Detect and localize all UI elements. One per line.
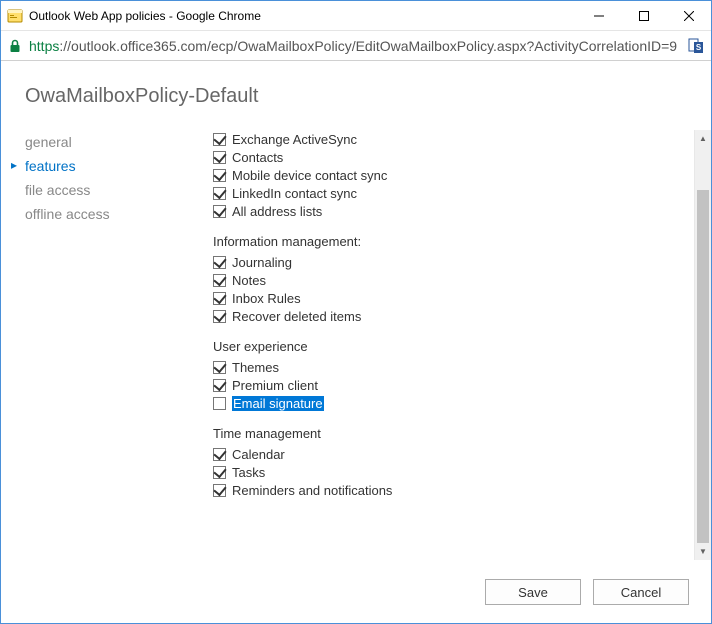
scroll-down-arrow-icon[interactable]: ▼ (695, 543, 711, 560)
checkbox-themes[interactable] (213, 361, 226, 374)
checkbox-label: Exchange ActiveSync (232, 132, 357, 147)
lock-icon (7, 38, 23, 54)
address-bar[interactable]: https://outlook.office365.com/ecp/OwaMai… (1, 31, 711, 61)
svg-text:S: S (696, 43, 702, 52)
checkbox-row: Mobile device contact sync (213, 166, 688, 184)
section-heading-user-exp: User experience (213, 339, 688, 354)
checkbox-label: Journaling (232, 255, 292, 270)
checkbox-calendar[interactable] (213, 448, 226, 461)
save-button[interactable]: Save (485, 579, 581, 605)
checkbox-recover-deleted[interactable] (213, 310, 226, 323)
checkbox-label: Tasks (232, 465, 265, 480)
checkbox-all-address-lists[interactable] (213, 205, 226, 218)
window-titlebar: Outlook Web App policies - Google Chrome (1, 1, 711, 31)
checkbox-row: Inbox Rules (213, 289, 688, 307)
checkbox-row: Reminders and notifications (213, 481, 688, 499)
window-title: Outlook Web App policies - Google Chrome (29, 9, 576, 23)
sidebar-item-general[interactable]: general (25, 132, 195, 156)
checkbox-label: Calendar (232, 447, 285, 462)
checkbox-row: Tasks (213, 463, 688, 481)
checkbox-premium-client[interactable] (213, 379, 226, 392)
sidebar-item-features[interactable]: features (25, 156, 195, 180)
checkbox-journaling[interactable] (213, 256, 226, 269)
checkbox-label: LinkedIn contact sync (232, 186, 357, 201)
checkbox-label: Contacts (232, 150, 283, 165)
page-content: OwaMailboxPolicy-Default general feature… (1, 61, 711, 623)
checkbox-label: Email signature (232, 396, 324, 411)
checkbox-inbox-rules[interactable] (213, 292, 226, 305)
cancel-button[interactable]: Cancel (593, 579, 689, 605)
scrollbar-thumb[interactable] (697, 190, 709, 543)
checkbox-row: Premium client (213, 376, 688, 394)
checkbox-row: Themes (213, 358, 688, 376)
features-panel: Exchange ActiveSync Contacts Mobile devi… (195, 130, 694, 560)
checkbox-label: Mobile device contact sync (232, 168, 387, 183)
checkbox-row: Exchange ActiveSync (213, 130, 688, 148)
checkbox-label: Premium client (232, 378, 318, 393)
page-action-icon[interactable]: S (687, 37, 705, 55)
checkbox-label: Inbox Rules (232, 291, 301, 306)
checkbox-row: Journaling (213, 253, 688, 271)
checkbox-row: Notes (213, 271, 688, 289)
checkbox-reminders[interactable] (213, 484, 226, 497)
checkbox-row: Email signature (213, 394, 688, 412)
checkbox-label: Notes (232, 273, 266, 288)
checkbox-label: Themes (232, 360, 279, 375)
checkbox-notes[interactable] (213, 274, 226, 287)
window-controls (576, 1, 711, 30)
checkbox-row: Recover deleted items (213, 307, 688, 325)
url-rest: ://outlook.office365.com/ecp/OwaMailboxP… (59, 38, 677, 54)
checkbox-linkedin-sync[interactable] (213, 187, 226, 200)
checkbox-exchange-activesync[interactable] (213, 133, 226, 146)
scroll-up-arrow-icon[interactable]: ▲ (695, 130, 711, 147)
checkbox-label: Recover deleted items (232, 309, 361, 324)
checkbox-mobile-contact-sync[interactable] (213, 169, 226, 182)
url-text: https://outlook.office365.com/ecp/OwaMai… (29, 38, 681, 54)
checkbox-label: Reminders and notifications (232, 483, 392, 498)
minimize-button[interactable] (576, 1, 621, 30)
sidebar-nav: general features file access offline acc… (25, 130, 195, 560)
checkbox-label: All address lists (232, 204, 322, 219)
sidebar-item-offline-access[interactable]: offline access (25, 204, 195, 228)
section-heading-info-mgmt: Information management: (213, 234, 688, 249)
sidebar-item-file-access[interactable]: file access (25, 180, 195, 204)
checkbox-email-signature[interactable] (213, 397, 226, 410)
checkbox-tasks[interactable] (213, 466, 226, 479)
checkbox-row: Calendar (213, 445, 688, 463)
checkbox-contacts[interactable] (213, 151, 226, 164)
checkbox-row: Contacts (213, 148, 688, 166)
section-heading-time-mgmt: Time management (213, 426, 688, 441)
url-scheme: https (29, 38, 59, 54)
vertical-scrollbar[interactable]: ▲ ▼ (694, 130, 711, 560)
checkbox-row: All address lists (213, 202, 688, 220)
checkbox-row: LinkedIn contact sync (213, 184, 688, 202)
dialog-footer: Save Cancel (485, 579, 689, 605)
page-title: OwaMailboxPolicy-Default (1, 61, 711, 130)
close-button[interactable] (666, 1, 711, 30)
maximize-button[interactable] (621, 1, 666, 30)
app-favicon (7, 8, 23, 24)
